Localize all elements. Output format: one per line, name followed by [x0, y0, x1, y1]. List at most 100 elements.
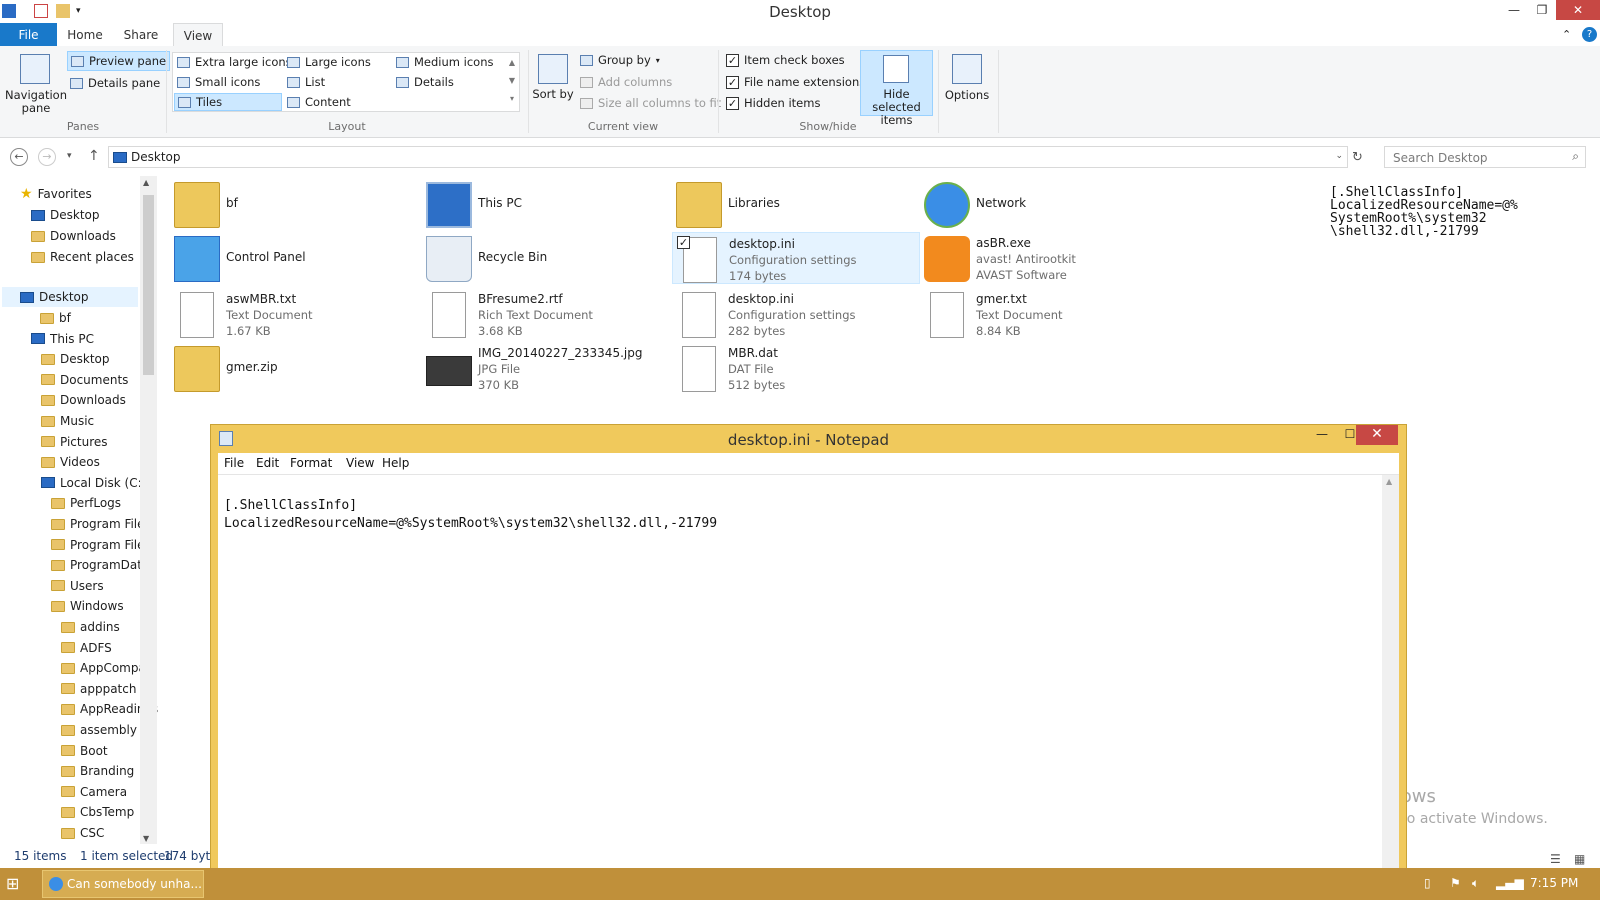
notepad-editor[interactable]: [.ShellClassInfo] LocalizedResourceName=… [218, 475, 1399, 900]
menu-help[interactable]: Help [382, 456, 409, 470]
layout-extra-large-icons[interactable]: Extra large icons [177, 55, 292, 69]
back-arrow-icon[interactable]: ← [10, 148, 28, 166]
recent-locations-icon[interactable]: ▾ [67, 151, 72, 161]
file-tile[interactable]: IMG_20140227_233345.jpg JPG File 370 KB [422, 342, 670, 394]
refresh-icon[interactable]: ↻ [1352, 150, 1363, 165]
nav-tree-item[interactable]: Pictures [41, 432, 108, 452]
scroll-down-icon[interactable]: ▼ [143, 834, 149, 843]
file-tile[interactable]: bf [170, 178, 418, 230]
file-tile[interactable]: Recycle Bin [422, 232, 670, 284]
gallery-scroll[interactable]: ▲ ▼ ▾ [506, 54, 518, 110]
large-icons-view-icon[interactable]: ▦ [1574, 852, 1585, 866]
up-arrow-icon[interactable]: ↑ [88, 148, 100, 164]
layout-tiles[interactable]: Tiles [174, 93, 282, 111]
tab-view[interactable]: View [173, 23, 223, 47]
hide-selected-items-button[interactable]: Hide selected items [860, 50, 933, 127]
nav-tree-item[interactable]: apppatch [61, 679, 136, 699]
nav-tree-item[interactable]: assembly [61, 720, 137, 740]
notepad-scrollbar[interactable]: ▲ [1382, 475, 1399, 900]
volume-icon[interactable]: 🔈︎ [1472, 876, 1479, 891]
layout-large-icons[interactable]: Large icons [287, 55, 371, 69]
group-by-button[interactable]: Group by ▾ [580, 53, 660, 67]
tab-home[interactable]: Home [57, 23, 113, 47]
nav-tree-item[interactable]: Local Disk (C:) [41, 473, 146, 493]
nav-scrollbar-thumb[interactable] [143, 195, 154, 375]
nav-tree-item[interactable]: Camera [61, 782, 127, 802]
tab-share[interactable]: Share [113, 23, 169, 47]
item-check-boxes-toggle[interactable]: ✓ Item check boxes [726, 53, 845, 67]
file-tile[interactable]: Libraries [672, 178, 920, 230]
item-checkbox[interactable]: ✓ [677, 236, 690, 249]
options-button[interactable]: Options [942, 88, 992, 102]
details-pane-button[interactable]: Details pane [70, 76, 160, 90]
file-tile[interactable]: ✓ desktop.ini Configuration settings 174 by… [672, 232, 920, 284]
file-tile[interactable]: Network [920, 178, 1168, 230]
notepad-minimize-button[interactable]: — [1309, 425, 1335, 445]
help-icon[interactable]: ? [1582, 27, 1597, 42]
details-view-icon[interactable]: ☰ [1550, 852, 1561, 866]
file-tile[interactable]: This PC [422, 178, 670, 230]
menu-file[interactable]: File [224, 456, 244, 470]
nav-tree-item[interactable]: CSC [61, 823, 104, 843]
chevron-up-icon[interactable]: ⌃ [1562, 28, 1571, 41]
nav-tree-item[interactable]: This PC [31, 329, 94, 349]
menu-format[interactable]: Format [290, 456, 332, 470]
file-tile[interactable]: desktop.ini Configuration settings 282 byt… [672, 288, 920, 340]
taskbar-clock[interactable]: 7:15 PM [1530, 876, 1578, 890]
nav-tree-item[interactable]: Branding [61, 761, 134, 781]
nav-tree-item[interactable]: Videos [41, 452, 100, 472]
file-tile[interactable]: gmer.txt Text Document 8.84 KB [920, 288, 1168, 340]
nav-tree-item[interactable]: Documents [41, 370, 128, 390]
nav-tree-item[interactable]: PerfLogs [51, 493, 121, 513]
layout-details[interactable]: Details [396, 75, 454, 89]
nav-tree-item[interactable]: Desktop [41, 349, 110, 369]
restore-button[interactable]: ❐ [1528, 0, 1556, 20]
nav-tree-item[interactable]: bf [40, 308, 71, 328]
file-tile[interactable]: gmer.zip [170, 342, 418, 394]
nav-tree-item[interactable]: Program Files [51, 514, 151, 534]
nav-tree-item[interactable]: Boot [61, 741, 108, 761]
nav-desktop-root[interactable]: Desktop [2, 287, 138, 307]
nav-fav-desktop[interactable]: Desktop [31, 205, 100, 225]
layout-list[interactable]: List [287, 75, 325, 89]
tab-file[interactable]: File [0, 23, 57, 47]
search-icon[interactable]: ⌕ [1572, 149, 1579, 164]
nav-tree-item[interactable]: Music [41, 411, 94, 431]
windows-start-icon[interactable]: ⊞ [6, 874, 30, 894]
close-button[interactable]: ✕ [1556, 0, 1600, 20]
nav-tree-item[interactable]: Windows [51, 596, 124, 616]
action-center-flag-icon[interactable]: ⚑ [1450, 876, 1461, 890]
nav-fav-downloads[interactable]: Downloads [31, 226, 116, 246]
minimize-button[interactable]: — [1500, 0, 1528, 20]
nav-tree-item[interactable]: Program Files [51, 535, 151, 555]
file-tile[interactable]: aswMBR.txt Text Document 1.67 KB [170, 288, 418, 340]
nav-tree-item[interactable]: addins [61, 617, 120, 637]
menu-view[interactable]: View [346, 456, 374, 470]
taskbar-browser-task[interactable]: Can somebody unha... [42, 870, 204, 898]
file-name-extensions-toggle[interactable]: ✓ File name extensions [726, 75, 865, 89]
nav-fav-recent[interactable]: Recent places [31, 247, 134, 267]
nav-tree-item[interactable]: AppCompat [61, 658, 151, 678]
file-tile[interactable]: MBR.dat DAT File 512 bytes [672, 342, 920, 394]
network-signal-icon[interactable]: ▂▄▆ [1496, 876, 1524, 890]
notepad-close-button[interactable]: ✕ [1356, 425, 1398, 445]
layout-medium-icons[interactable]: Medium icons [396, 55, 493, 69]
file-tile[interactable]: asBR.exe avast! Antirootkit AVAST Software [920, 232, 1168, 284]
hidden-items-toggle[interactable]: ✓ Hidden items [726, 96, 820, 110]
file-tile[interactable]: BFresume2.rtf Rich Text Document 3.68 KB [422, 288, 670, 340]
nav-favorites[interactable]: ★ Favorites [20, 184, 92, 204]
power-icon[interactable]: ▯ [1424, 876, 1431, 890]
size-columns-button[interactable]: Size all columns to fit [580, 96, 721, 110]
preview-pane-button[interactable]: Preview pane [67, 51, 171, 71]
chevron-down-icon[interactable]: ⌄ [1335, 151, 1343, 161]
search-input[interactable]: Search Desktop ⌕ [1384, 146, 1586, 168]
address-bar[interactable]: Desktop ⌄ [108, 146, 1348, 168]
scroll-up-icon[interactable]: ▲ [1386, 477, 1392, 486]
nav-tree-item[interactable]: Users [51, 576, 104, 596]
nav-tree-item[interactable]: Downloads [41, 390, 126, 410]
notepad-title-bar[interactable]: desktop.ini - Notepad — ☐ ✕ [211, 425, 1406, 453]
layout-small-icons[interactable]: Small icons [177, 75, 260, 89]
file-tile[interactable]: Control Panel [170, 232, 418, 284]
sort-by-button[interactable]: Sort by [532, 88, 574, 101]
forward-arrow-icon[interactable]: → [38, 148, 56, 166]
